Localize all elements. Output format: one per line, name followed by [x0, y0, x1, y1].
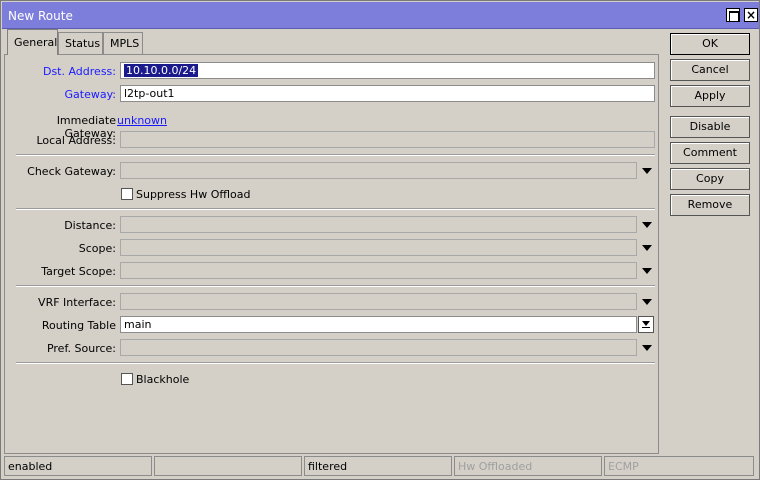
- status-filtered: filtered: [304, 456, 452, 476]
- routing-table-dropdown-icon[interactable]: [638, 316, 654, 333]
- status-ecmp: ECMP: [604, 456, 754, 476]
- tab-general-label: General: [14, 36, 58, 49]
- target-scope-field[interactable]: [120, 262, 637, 279]
- dst-address-value: 10.10.0.0/24: [122, 63, 200, 78]
- immediate-gateway-link[interactable]: unknown: [117, 114, 167, 127]
- gateway-field[interactable]: l2tp-out1: [120, 85, 655, 102]
- gateway-label: Gateway:: [64, 88, 117, 101]
- scope-dropdown-icon[interactable]: [642, 245, 652, 251]
- blackhole-label: Blackhole: [136, 373, 190, 386]
- distance-dropdown-icon[interactable]: [642, 222, 652, 228]
- pref-source-label: Pref. Source:: [46, 342, 116, 355]
- dst-address-field[interactable]: 10.10.0.0/24: [120, 62, 655, 79]
- maximize-icon[interactable]: [726, 8, 740, 22]
- separator: [16, 285, 655, 287]
- blackhole-checkbox[interactable]: [121, 373, 133, 385]
- status-hw-offloaded: Hw Offloaded: [454, 456, 602, 476]
- scope-label: Scope:: [78, 242, 116, 255]
- cancel-button[interactable]: Cancel: [670, 59, 750, 81]
- routing-table-label: Routing Table: [41, 319, 116, 332]
- target-scope-label: Target Scope:: [41, 265, 116, 278]
- suppress-hw-offload-label: Suppress Hw Offload: [136, 188, 251, 201]
- comment-button[interactable]: Comment: [670, 142, 750, 164]
- ok-button[interactable]: OK: [670, 33, 750, 55]
- tab-mpls[interactable]: MPLS: [103, 32, 143, 54]
- routing-table-value: main: [124, 318, 152, 331]
- local-address-label: Local Address:: [36, 134, 116, 147]
- new-route-window: New Route × General Status MPLS Dst. Add…: [0, 0, 760, 480]
- check-gateway-field[interactable]: [120, 162, 637, 179]
- status-empty: [154, 456, 302, 476]
- check-gateway-label: Check Gateway:: [27, 165, 116, 178]
- pref-source-dropdown-icon[interactable]: [642, 345, 652, 351]
- dst-address-label: Dst. Address:: [42, 65, 116, 78]
- disable-button[interactable]: Disable: [670, 116, 750, 138]
- suppress-hw-offload-checkbox[interactable]: [121, 188, 133, 200]
- vrf-interface-label: VRF Interface:: [38, 296, 116, 309]
- status-bar: enabled filtered Hw Offloaded ECMP: [4, 456, 758, 476]
- target-scope-dropdown-icon[interactable]: [642, 268, 652, 274]
- local-address-field: [120, 131, 655, 148]
- copy-button[interactable]: Copy: [670, 168, 750, 190]
- vrf-interface-field[interactable]: [120, 293, 637, 310]
- general-panel: Dst. Address: 10.10.0.0/24 Gateway: l2tp…: [4, 54, 659, 454]
- remove-button[interactable]: Remove: [670, 194, 750, 216]
- separator: [16, 154, 655, 156]
- tab-general[interactable]: General: [7, 29, 58, 55]
- distance-field[interactable]: [120, 216, 637, 233]
- routing-table-field[interactable]: main: [120, 316, 637, 333]
- tab-status-label: Status: [65, 37, 101, 50]
- close-icon[interactable]: ×: [744, 8, 758, 22]
- apply-button[interactable]: Apply: [670, 85, 750, 107]
- distance-label: Distance:: [64, 219, 116, 232]
- title-bar[interactable]: New Route ×: [2, 2, 759, 29]
- vrf-interface-dropdown-icon[interactable]: [642, 299, 652, 305]
- window-title: New Route: [8, 9, 73, 23]
- check-gateway-dropdown-icon[interactable]: [642, 168, 652, 174]
- separator: [16, 208, 655, 210]
- scope-field[interactable]: [120, 239, 637, 256]
- tab-status[interactable]: Status: [58, 32, 103, 54]
- pref-source-field[interactable]: [120, 339, 637, 356]
- separator: [16, 362, 655, 364]
- gateway-value: l2tp-out1: [124, 87, 175, 100]
- status-state: enabled: [4, 456, 152, 476]
- tab-mpls-label: MPLS: [110, 37, 140, 50]
